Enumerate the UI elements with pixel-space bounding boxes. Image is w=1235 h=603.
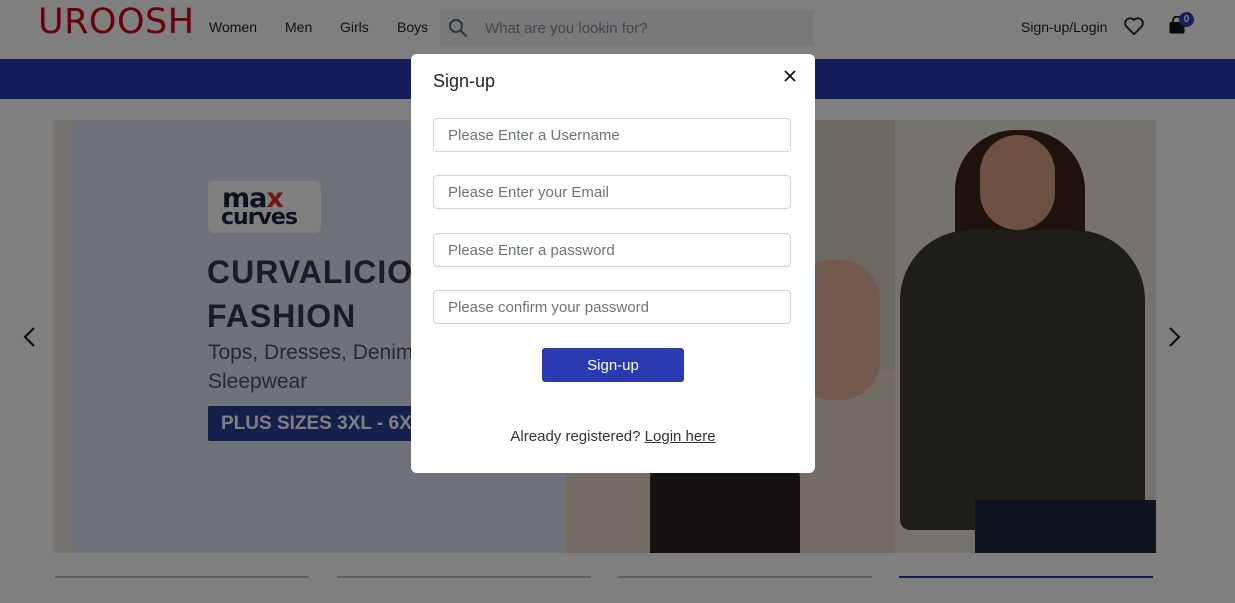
- email-field[interactable]: [433, 175, 791, 209]
- login-here-link[interactable]: Login here: [645, 428, 716, 445]
- username-field[interactable]: [433, 118, 791, 152]
- close-icon[interactable]: [782, 68, 798, 84]
- password-field[interactable]: [433, 233, 791, 267]
- signup-submit-button[interactable]: Sign-up: [542, 348, 684, 382]
- modal-title: Sign-up: [433, 71, 496, 91]
- signup-modal: Sign-up Sign-up Already registered? Logi…: [411, 54, 815, 473]
- already-registered-line: Already registered? Login here: [510, 428, 716, 445]
- confirm-password-field[interactable]: [433, 290, 791, 324]
